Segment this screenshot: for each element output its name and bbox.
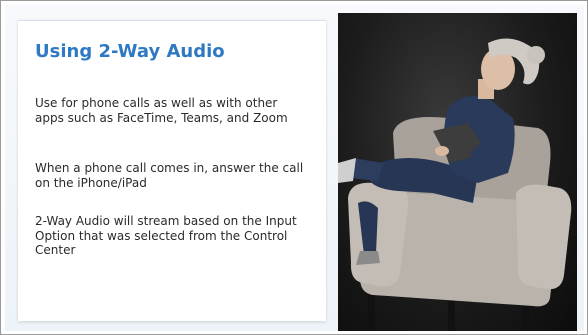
- paragraph-apps: Use for phone calls as well as with othe…: [35, 96, 288, 125]
- paragraph-input-option: 2-Way Audio will stream based on the Inp…: [35, 214, 297, 257]
- person-sock: [338, 158, 356, 183]
- person-foot: [356, 251, 380, 265]
- chair-leg-middle: [448, 298, 455, 331]
- person-hair-bun: [527, 46, 545, 64]
- chair-arm-left: [348, 182, 409, 287]
- slide-frame: Using 2-Way Audio Use for phone calls as…: [0, 0, 588, 335]
- slide: Using 2-Way Audio Use for phone calls as…: [5, 5, 584, 331]
- chair-arm-right: [516, 184, 572, 290]
- person-hand: [435, 146, 449, 156]
- slide-title: Using 2-Way Audio: [35, 41, 225, 62]
- person-in-armchair-photo: [338, 13, 577, 331]
- paragraph-phone-call: When a phone call comes in, answer the c…: [35, 161, 304, 190]
